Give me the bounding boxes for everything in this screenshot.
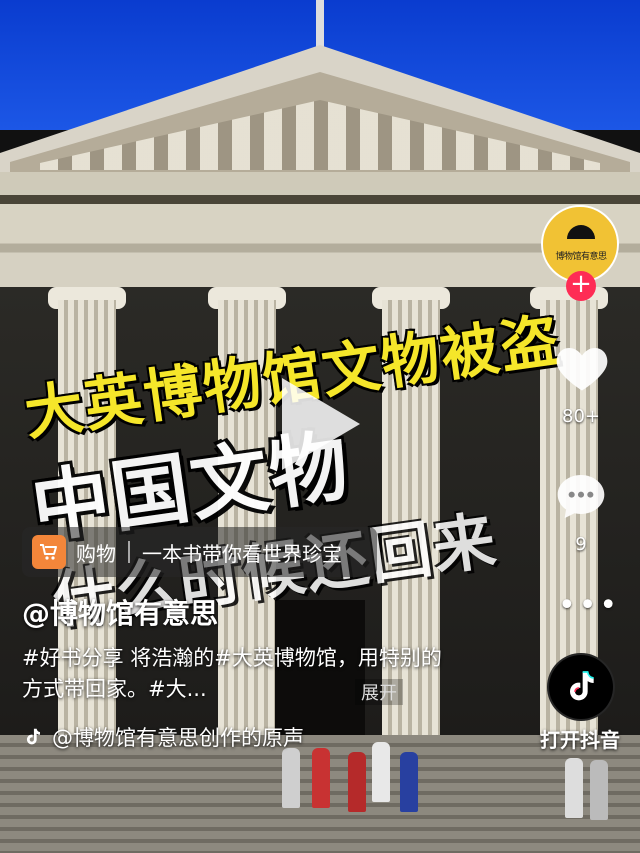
visitor: [348, 752, 366, 812]
open-app-label[interactable]: 打开抖音: [530, 724, 630, 753]
visitor: [590, 760, 608, 820]
visitor: [400, 752, 418, 812]
visitor: [565, 758, 583, 818]
music-note-icon: [26, 728, 40, 745]
shop-title: 一本书带你看世界珍宝: [142, 541, 342, 566]
music-title: @博物馆有意思创作的原声: [52, 726, 304, 750]
cart-glyph: [40, 544, 57, 560]
visitor: [282, 748, 300, 808]
comment-count: 9: [575, 534, 587, 555]
more-icon[interactable]: •••: [558, 591, 620, 621]
author-name[interactable]: @博物馆有意思: [22, 592, 218, 632]
tiktok-logo-icon[interactable]: [547, 653, 615, 721]
expand-button[interactable]: 展开: [355, 679, 403, 705]
comment-bubble-icon[interactable]: [553, 468, 609, 524]
flagpole: [316, 0, 324, 48]
like-count: 80+: [562, 406, 600, 427]
visitor: [312, 748, 330, 808]
shop-divider: [128, 541, 130, 563]
cart-icon: [32, 535, 66, 569]
music-info[interactable]: @博物馆有意思创作的原声: [22, 722, 304, 752]
follow-button[interactable]: +: [566, 271, 596, 301]
heart-icon[interactable]: [552, 338, 612, 398]
play-icon[interactable]: [282, 378, 360, 470]
tiktok-note-icon: [570, 671, 594, 701]
shop-label: 购物: [76, 541, 116, 566]
avatar-emblem: [567, 225, 595, 239]
avatar-text: 博物馆有意思: [555, 252, 607, 262]
visitor: [372, 742, 390, 802]
shop-banner[interactable]: 购物 一本书带你看世界珍宝: [22, 527, 377, 577]
